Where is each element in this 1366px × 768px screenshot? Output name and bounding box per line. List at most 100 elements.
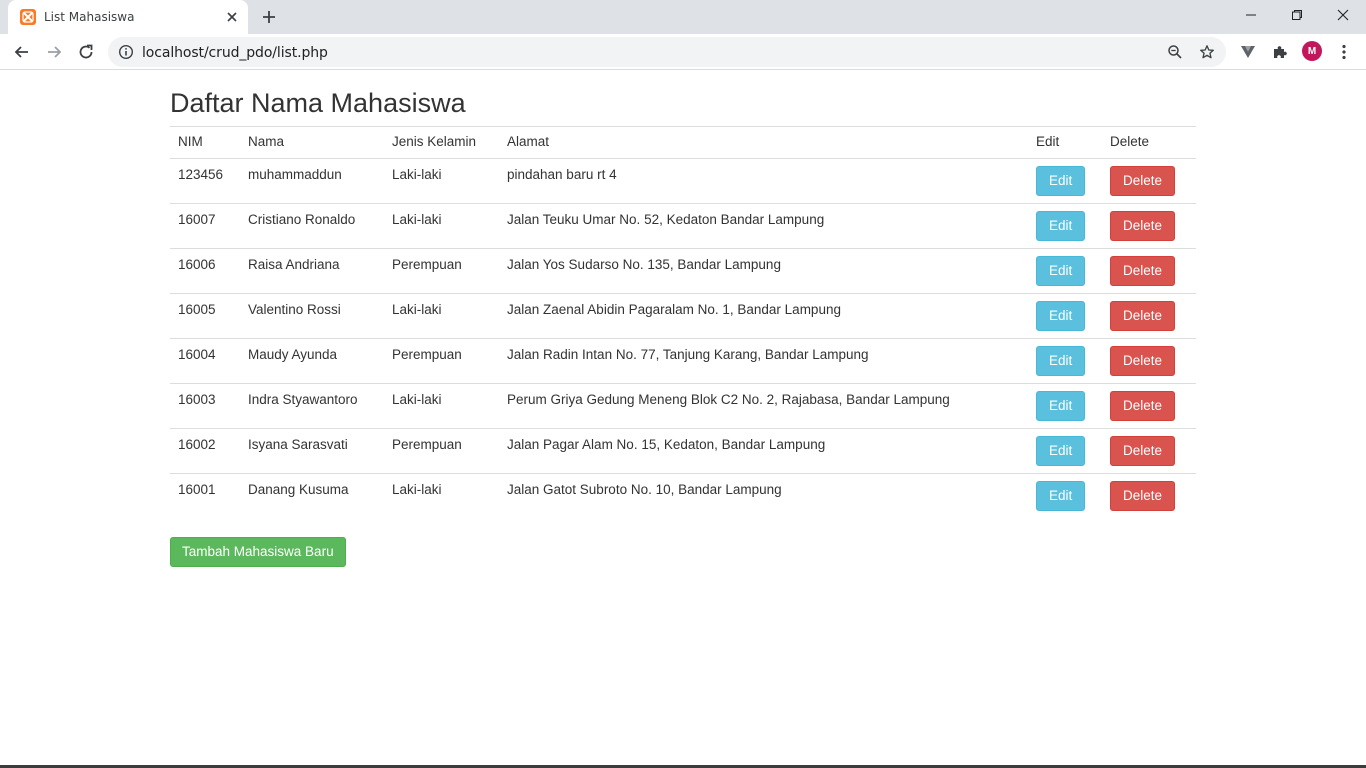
delete-button[interactable]: Delete <box>1110 211 1176 241</box>
delete-button[interactable]: Delete <box>1110 391 1176 421</box>
delete-button[interactable]: Delete <box>1110 256 1176 286</box>
delete-button[interactable]: Delete <box>1110 481 1176 511</box>
delete-button[interactable]: Delete <box>1110 346 1176 376</box>
cell-delete: Delete <box>1102 203 1196 249</box>
cell-edit: Edit <box>1028 203 1102 249</box>
delete-button[interactable]: Delete <box>1110 436 1176 466</box>
cell-delete: Delete <box>1102 474 1196 519</box>
cell-delete: Delete <box>1102 293 1196 339</box>
edit-button[interactable]: Edit <box>1036 301 1086 331</box>
cell-alamat: Jalan Gatot Subroto No. 10, Bandar Lampu… <box>507 482 782 497</box>
tab-strip: List Mahasiswa <box>0 0 1366 34</box>
table-row: 16004 Maudy Ayunda Perempuan Jalan Radin… <box>170 338 1196 384</box>
cell-alamat: Jalan Zaenal Abidin Pagaralam No. 1, Ban… <box>499 293 1028 339</box>
minimize-icon[interactable] <box>1228 0 1274 30</box>
back-icon[interactable] <box>11 41 33 63</box>
header-jenis-kelamin: Jenis Kelamin <box>384 126 499 159</box>
table-row: 16002 Isyana Sarasvati Perempuan Jalan P… <box>170 428 1196 474</box>
cell-jenis-kelamin: Perempuan <box>384 428 499 474</box>
cell-nama: Isyana Sarasvati <box>240 428 384 474</box>
plus-icon[interactable] <box>260 8 278 26</box>
add-student-button[interactable]: Tambah Mahasiswa Baru <box>170 537 346 567</box>
cell-alamat: Perum Griya Gedung Meneng Blok C2 No. 2,… <box>499 383 1028 429</box>
cell-nim: 16004 <box>170 338 240 384</box>
cell-jenis-kelamin: Laki-laki <box>384 293 499 339</box>
cell-alamat: Jalan Radin Intan No. 77, Tanjung Karang… <box>499 338 1028 384</box>
browser-toolbar: localhost/crud_pdo/list.php <box>0 34 1366 70</box>
cell-jenis-kelamin: Laki-laki <box>392 482 442 497</box>
page-content: Daftar Nama Mahasiswa NIM Nama Jenis Kel… <box>170 71 1196 519</box>
close-window-icon[interactable] <box>1320 0 1366 30</box>
avatar[interactable]: M <box>1302 41 1322 61</box>
cell-nim: 16001 <box>178 482 216 497</box>
cell-nim: 16005 <box>170 293 240 339</box>
address-bar[interactable]: localhost/crud_pdo/list.php <box>108 37 1226 67</box>
header-edit: Edit <box>1028 126 1102 159</box>
xampp-icon <box>20 9 36 25</box>
puzzle-icon[interactable] <box>1270 42 1290 62</box>
url-text: localhost/crud_pdo/list.php <box>142 45 328 61</box>
tab-title: List Mahasiswa <box>44 10 135 24</box>
cell-nim: 16006 <box>170 248 240 294</box>
cell-nama: muhammaddun <box>240 158 384 204</box>
edit-button[interactable]: Edit <box>1036 256 1086 286</box>
cell-jenis-kelamin: Perempuan <box>384 248 499 294</box>
cell-nama: Valentino Rossi <box>240 293 384 339</box>
cell-nama: Indra Styawantoro <box>240 383 384 429</box>
cell-alamat: pindahan baru rt 4 <box>499 158 1028 204</box>
zoom-icon[interactable] <box>1167 44 1183 60</box>
table-row: 16001 Danang Kusuma Laki-laki Jalan Gato… <box>170 474 1196 519</box>
cell-edit: Edit <box>1028 338 1102 384</box>
delete-button[interactable]: Delete <box>1110 166 1176 196</box>
cell-edit: Edit <box>1028 158 1102 204</box>
cell-jenis-kelamin: Laki-laki <box>384 383 499 429</box>
edit-button[interactable]: Edit <box>1036 436 1086 466</box>
cell-edit: Edit <box>1028 293 1102 339</box>
edit-button[interactable]: Edit <box>1036 346 1086 376</box>
cell-nim: 123456 <box>170 158 240 204</box>
restore-icon[interactable] <box>1274 0 1320 30</box>
cell-delete: Delete <box>1102 338 1196 384</box>
delete-button[interactable]: Delete <box>1110 301 1176 331</box>
cell-edit: Edit <box>1028 428 1102 474</box>
cell-nim: 16007 <box>170 203 240 249</box>
close-icon[interactable] <box>224 9 240 25</box>
cell-jenis-kelamin: Laki-laki <box>384 158 499 204</box>
table-row: 16006 Raisa Andriana Perempuan Jalan Yos… <box>170 248 1196 294</box>
page-title: Daftar Nama Mahasiswa <box>170 88 466 118</box>
cell-jenis-kelamin: Laki-laki <box>384 203 499 249</box>
edit-button[interactable]: Edit <box>1036 391 1086 421</box>
cell-edit: Edit <box>1028 474 1102 519</box>
cell-nama: Maudy Ayunda <box>240 338 384 384</box>
cell-jenis-kelamin: Perempuan <box>384 338 499 384</box>
table-header-row: NIM Nama Jenis Kelamin Alamat Edit Delet… <box>170 126 1196 159</box>
forward-icon[interactable] <box>43 41 65 63</box>
header-nama: Nama <box>240 126 384 159</box>
reload-icon[interactable] <box>75 41 97 63</box>
edit-button[interactable]: Edit <box>1036 166 1086 196</box>
kebab-menu-icon[interactable] <box>1334 42 1354 62</box>
cell-nim: 16003 <box>170 383 240 429</box>
table-row: 16003 Indra Styawantoro Laki-laki Perum … <box>170 383 1196 429</box>
cell-delete: Delete <box>1102 158 1196 204</box>
cell-nama: Raisa Andriana <box>240 248 384 294</box>
header-nim: NIM <box>170 126 240 159</box>
vivaldi-extension-icon[interactable] <box>1238 42 1258 62</box>
info-icon[interactable] <box>118 44 134 60</box>
header-delete: Delete <box>1102 126 1196 159</box>
cell-delete: Delete <box>1102 428 1196 474</box>
student-table: NIM Nama Jenis Kelamin Alamat Edit Delet… <box>170 126 1196 519</box>
cell-nama: Cristiano Ronaldo <box>240 203 384 249</box>
cell-edit: Edit <box>1028 248 1102 294</box>
edit-button[interactable]: Edit <box>1036 211 1086 241</box>
table-row: 16005 Valentino Rossi Laki-laki Jalan Za… <box>170 293 1196 339</box>
browser-tab[interactable]: List Mahasiswa <box>8 0 248 34</box>
cell-alamat: Jalan Yos Sudarso No. 135, Bandar Lampun… <box>499 248 1028 294</box>
cell-delete: Delete <box>1102 383 1196 429</box>
cell-edit: Edit <box>1028 383 1102 429</box>
cell-nama: Danang Kusuma <box>248 482 349 497</box>
cell-delete: Delete <box>1102 248 1196 294</box>
table-row: 123456 muhammaddun Laki-laki pindahan ba… <box>170 158 1196 204</box>
star-icon[interactable] <box>1199 44 1215 60</box>
edit-button[interactable]: Edit <box>1036 481 1086 511</box>
